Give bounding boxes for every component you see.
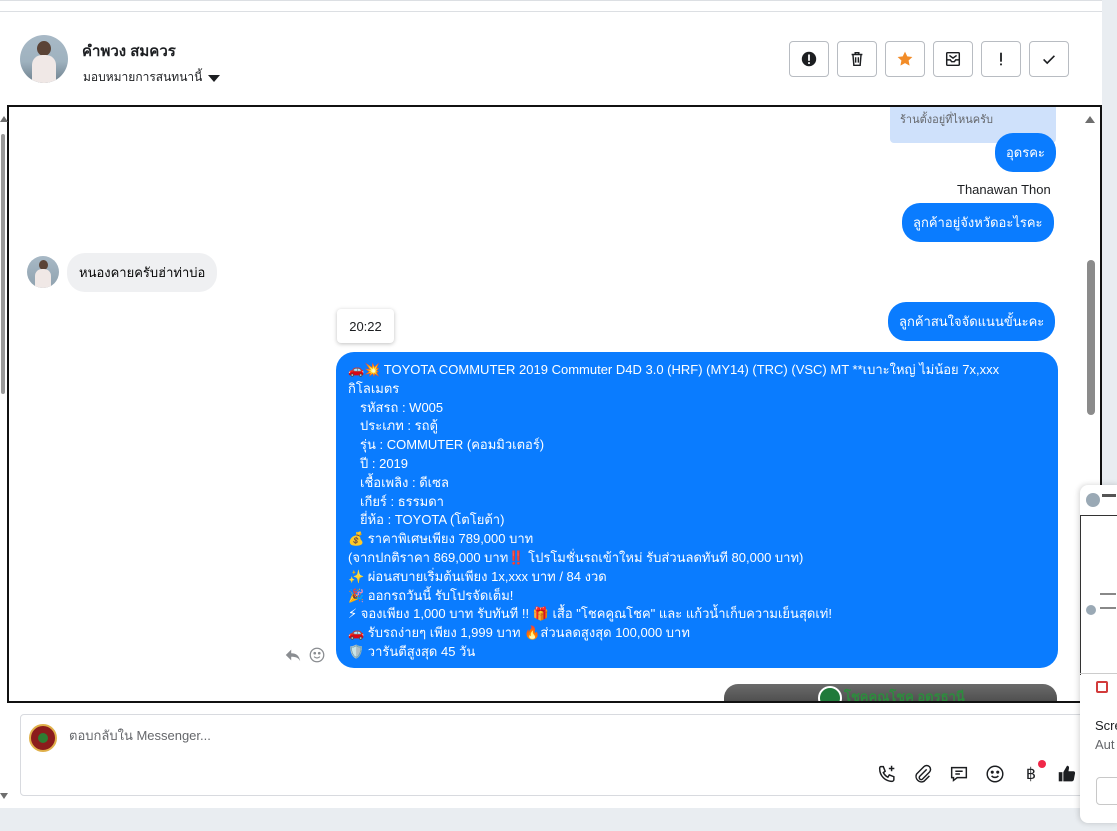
- mark-important-button[interactable]: [981, 41, 1021, 77]
- sender-name: Thanawan Thon: [957, 182, 1051, 197]
- reply-input[interactable]: [69, 728, 869, 743]
- message-line: 🛡️ วารันตีสูงสุด 45 วัน: [348, 643, 476, 659]
- outgoing-long-message[interactable]: 🚗💥 TOYOTA COMMUTER 2019 Commuter D4D 3.0…: [336, 352, 1058, 668]
- left-scroll-up-icon[interactable]: [0, 116, 8, 122]
- conversation-header: คำพวง สมควร มอบหมายการสนทนานี้: [0, 12, 1102, 104]
- incoming-message[interactable]: หนองคายครับฮ่าท่าบ่อ: [67, 253, 218, 292]
- notification-dot: [1038, 760, 1046, 768]
- image-caption: โชคคูณโชค อุดรธานี: [844, 689, 965, 703]
- trash-icon: [851, 51, 863, 67]
- message-line: ประเภท : รถตู้: [360, 418, 438, 434]
- assign-label: มอบหมายการสนทนานี้: [83, 70, 203, 84]
- smile-icon[interactable]: [984, 763, 1006, 785]
- star-button[interactable]: [885, 41, 925, 77]
- panel-subtitle: Aut: [1095, 737, 1115, 752]
- mail-archive-icon: [945, 51, 961, 67]
- panel-text-line: [1100, 593, 1116, 595]
- archive-button[interactable]: [933, 41, 973, 77]
- reply-icon[interactable]: [284, 646, 302, 664]
- outgoing-message[interactable]: ลูกค้าอยู่จังหวัดอะไรคะ: [902, 203, 1054, 242]
- message-thread[interactable]: ร้านตั้งอยู่ที่ไหนครับ อุดรคะ Thanawan T…: [7, 105, 1102, 703]
- message-line: เกียร์ : ธรรมดา: [360, 493, 444, 509]
- message-line: 💰 ราคาพิเศษเพียง 789,000 บาท: [348, 531, 534, 547]
- dealer-logo: [818, 686, 842, 701]
- message-line: ยี่ห้อ : TOYOTA (โตโยต้า): [360, 512, 505, 528]
- message-line: (จากปกติราคา 869,000 บาท‼️ โปรโมชั่นรถเข…: [348, 549, 804, 565]
- assign-conversation-dropdown[interactable]: มอบหมายการสนทนานี้: [83, 68, 221, 87]
- outgoing-message[interactable]: ลูกค้าสนใจจัดแนนขั้นะคะ: [888, 302, 1056, 341]
- panel-avatar-small: [1086, 605, 1096, 615]
- panel-title: Scre: [1095, 718, 1117, 733]
- panel-preview: [1080, 515, 1117, 675]
- panel-avatar: [1086, 493, 1100, 507]
- chat-bubble-icon[interactable]: [948, 763, 970, 785]
- header-actions: [789, 41, 1069, 77]
- floating-side-panel[interactable]: Scre Aut: [1080, 485, 1117, 823]
- panel-text-line: [1102, 494, 1116, 497]
- check-icon: [1043, 55, 1055, 65]
- panel-divider: [1080, 673, 1117, 674]
- page-avatar: [29, 724, 57, 752]
- paperclip-icon[interactable]: [912, 763, 934, 785]
- message-line: ✨ ผ่อนสบายเริ่มต้นเพียง 1x,xxx บาท / 84 …: [348, 568, 607, 584]
- mark-done-button[interactable]: [1029, 41, 1069, 77]
- message-actions: [284, 646, 326, 664]
- left-scrollbar-thumb[interactable]: [1, 134, 5, 394]
- panel-button[interactable]: [1096, 777, 1117, 805]
- customer-avatar[interactable]: [20, 35, 68, 83]
- reply-composer: ฿: [20, 714, 1102, 796]
- baht-icon: ฿: [1025, 766, 1037, 783]
- left-scroll-down-icon[interactable]: [0, 793, 8, 799]
- message-line: 🚗💥 TOYOTA COMMUTER 2019 Commuter D4D 3.0…: [348, 362, 1000, 377]
- image-attachment[interactable]: โชคคูณโชค อุดรธานี: [724, 684, 1057, 703]
- composer-toolbar: ฿: [876, 760, 1078, 785]
- message-line: กิโลเมตร: [348, 380, 400, 396]
- customer-name[interactable]: คำพวง สมควร: [82, 39, 176, 63]
- scroll-thumb[interactable]: [1087, 260, 1095, 415]
- alert-circle-icon: [801, 51, 817, 67]
- message-line: ปี : 2019: [360, 455, 409, 471]
- message-line: 🚗 รับรถง่ายๆ เพียง 1,999 บาท 🔥ส่วนลดสูงส…: [348, 625, 690, 641]
- scroll-up-arrow-icon[interactable]: [1085, 116, 1095, 123]
- star-icon: [897, 51, 913, 66]
- report-spam-button[interactable]: [789, 41, 829, 77]
- baht-payment-button[interactable]: ฿: [1020, 760, 1046, 784]
- inbox-window: คำพวง สมควร มอบหมายการสนทนานี้ ร้านตั้งอ…: [0, 0, 1102, 808]
- exclamation-icon: [1000, 52, 1002, 66]
- timestamp-tooltip: 20:22: [337, 309, 394, 343]
- message-line: ⚡ จองเพียง 1,000 บาท รับทันที !! 🎁 เสื้อ…: [348, 606, 832, 622]
- panel-text-line: [1100, 607, 1116, 609]
- message-line: รุ่น : COMMUTER (คอมมิวเตอร์): [360, 437, 545, 453]
- thumbs-up-icon[interactable]: [1056, 763, 1078, 785]
- message-line: 🎉 ออกรถวันนี้ รับโปรจัดเต็ม!: [348, 587, 514, 603]
- react-smile-icon[interactable]: [308, 646, 326, 664]
- delete-button[interactable]: [837, 41, 877, 77]
- customer-avatar-small: [27, 256, 59, 288]
- outgoing-message[interactable]: อุดรคะ: [995, 133, 1056, 172]
- app-logo-icon: [1096, 681, 1108, 693]
- phone-plus-icon[interactable]: [876, 763, 898, 785]
- message-line: เชื้อเพลิง : ดีเซล: [360, 474, 449, 490]
- caret-down-icon: [208, 74, 221, 82]
- message-line: รหัสรถ : W005: [360, 399, 444, 415]
